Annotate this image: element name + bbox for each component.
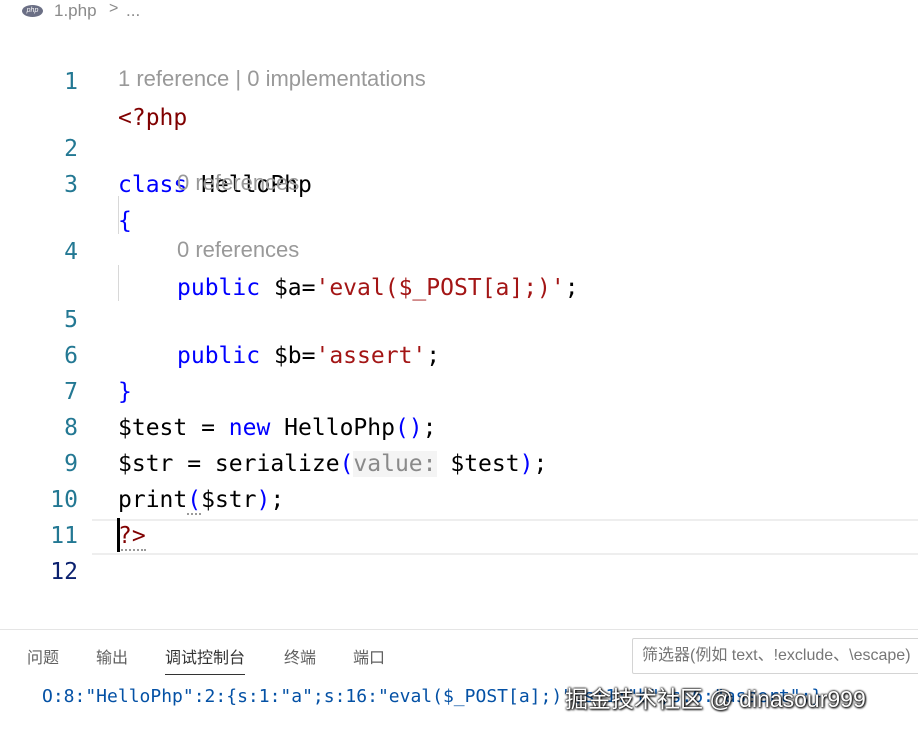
chevron-right-icon: > [109,0,119,17]
tab-ports[interactable]: 端口 [353,646,385,674]
filter-input[interactable]: 筛选器(例如 text、!exclude、\escape) [632,638,918,674]
line-number: 12 [50,559,78,585]
breadcrumb: php 1.php > ... [0,0,918,24]
code-line[interactable]: 1 <?php [0,28,918,131]
code-line[interactable]: 5 public $b='assert'; [0,266,918,369]
tab-output[interactable]: 输出 [96,646,128,674]
text-cursor [117,518,120,552]
code-line[interactable]: 9 print($str); [0,410,918,515]
code-line[interactable]: 12 [0,518,918,585]
php-file-icon: php [22,5,43,17]
breadcrumb-more[interactable]: ... [126,1,140,21]
code-line[interactable]: 2 class HelloPhp [0,95,918,198]
code-line[interactable]: 8 $str = serialize(value: $test); [0,374,918,477]
codelens-references[interactable]: 0 references [177,234,299,266]
breadcrumb-file[interactable]: 1.php [54,1,97,21]
tab-debug-console[interactable]: 调试控制台 [165,646,246,675]
code-line[interactable]: 11 [0,482,918,549]
code-line[interactable]: 6 } [0,302,918,405]
codelens-references[interactable]: 0 references [177,167,299,199]
code-line[interactable]: 7 $test = new HelloPhp(); [0,338,918,441]
codelens-references[interactable]: 1 reference | 0 implementations [118,63,426,95]
tab-terminal[interactable]: 终端 [284,646,316,674]
bottom-panel: 问题 输出 调试控制台 终端 端口 筛选器(例如 text、!exclude、\… [0,629,918,730]
code-editor[interactable]: 1 <?php 1 reference | 0 implementations … [0,28,918,588]
code-line[interactable]: 4 public $a='eval($_POST[a];)'; [0,198,918,301]
code-line[interactable]: 10 ?> [0,446,918,551]
tab-problems[interactable]: 问题 [27,646,59,674]
line-number: 4 [64,239,78,265]
code-line[interactable]: 3 { [0,131,918,234]
watermark: 掘金技术社区 @ dinasour999 [565,686,866,712]
